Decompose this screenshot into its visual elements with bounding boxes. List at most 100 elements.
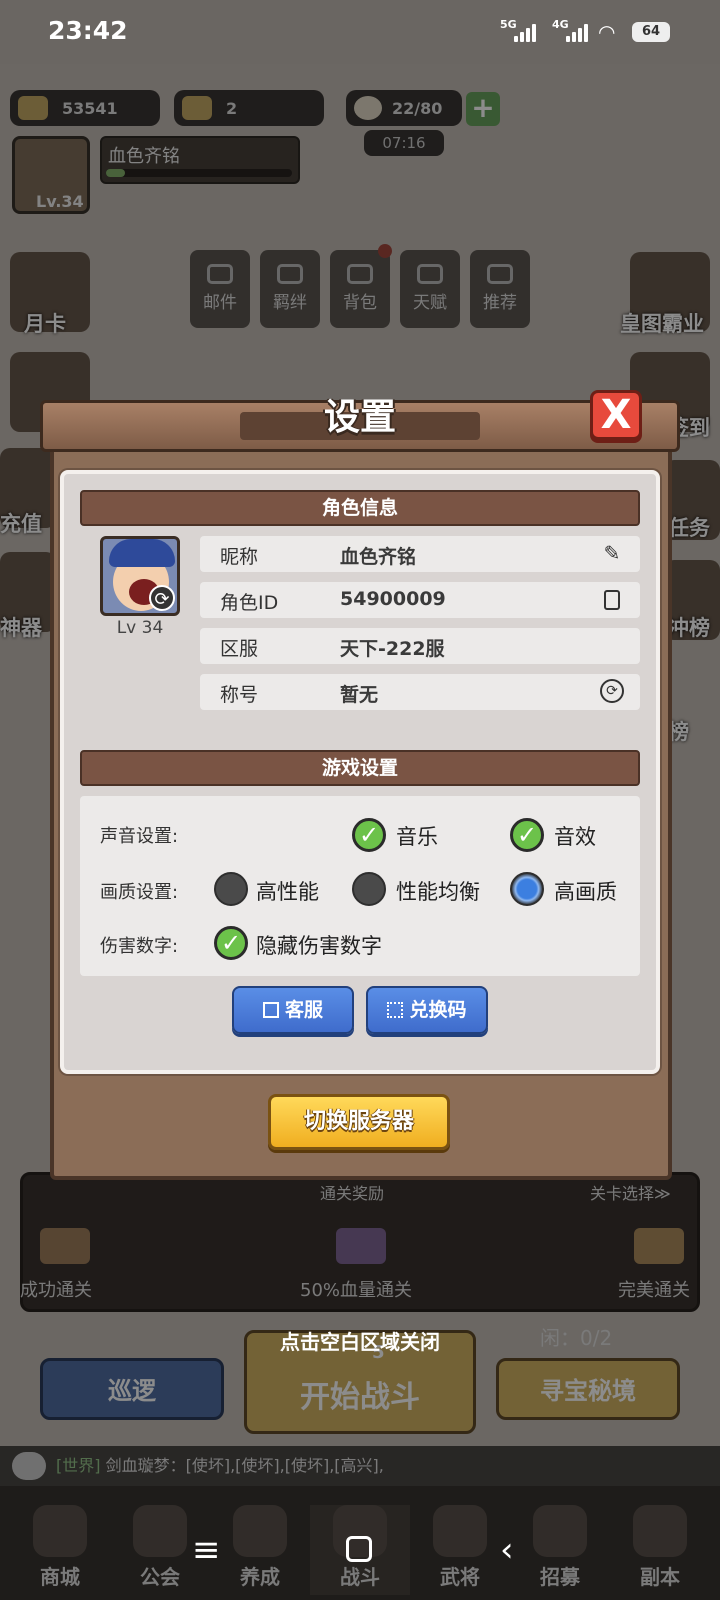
role-id-value: 54900009 xyxy=(340,588,446,610)
mail-icon xyxy=(207,264,233,284)
notification-dot xyxy=(378,244,392,258)
gold-icon xyxy=(18,96,48,120)
thumbs-up-icon xyxy=(487,264,513,284)
chat-bubble-icon[interactable] xyxy=(12,1452,46,1480)
talent-icon xyxy=(417,264,443,284)
bag-button[interactable]: 背包 xyxy=(330,250,390,328)
nav-shop[interactable]: 商城 xyxy=(10,1505,110,1595)
bun-icon xyxy=(354,96,382,120)
shop-icon xyxy=(33,1505,87,1557)
monthly-card-label: 月卡 xyxy=(24,312,66,336)
treasure-button[interactable]: 寻宝秘境 xyxy=(496,1358,680,1420)
close-button[interactable]: X xyxy=(590,390,642,440)
copy-icon[interactable] xyxy=(604,590,620,610)
quality-settings-label: 画质设置: xyxy=(100,882,179,903)
talent-button[interactable]: 天赋 xyxy=(400,250,460,328)
role-avatar[interactable]: ⟳ xyxy=(100,536,180,616)
customer-service-button[interactable]: 客服 xyxy=(232,986,354,1034)
nav-shop-label: 商城 xyxy=(40,1565,80,1589)
sfx-label: 音效 xyxy=(554,825,596,849)
reward-perfect-label: 完美通关 xyxy=(618,1280,690,1301)
nav-battle-label: 战斗 xyxy=(340,1565,380,1589)
battery-indicator: 64 xyxy=(632,22,670,42)
gold-counter: 53541 xyxy=(10,90,160,126)
gold-value: 53541 xyxy=(62,98,118,118)
redeem-code-button[interactable]: 兑换码 xyxy=(366,986,488,1034)
change-avatar-icon[interactable]: ⟳ xyxy=(149,585,175,611)
nav-dungeon[interactable]: 副本 xyxy=(610,1505,710,1595)
player-name: 血色齐铭 xyxy=(108,146,180,167)
signal-icon xyxy=(514,22,536,42)
close-hint: 点击空白区域关闭 xyxy=(280,1330,440,1354)
chat-bar[interactable]: [世界] 剑血璇梦：[使坏],[使坏],[使坏],[高兴], xyxy=(0,1446,720,1486)
recommend-button[interactable]: 推荐 xyxy=(470,250,530,328)
treasure-label: 寻宝秘境 xyxy=(540,1377,636,1405)
role-id-key: 角色ID xyxy=(220,592,279,614)
nav-develop[interactable]: 养成 xyxy=(210,1505,310,1595)
emperor-label: 皇图霸业 xyxy=(620,312,704,336)
quality-high-quality-label: 高画质 xyxy=(554,880,617,904)
status-time: 23:42 xyxy=(48,16,128,45)
patrol-button[interactable]: 巡逻 xyxy=(40,1358,224,1420)
player-level: Lv.34 xyxy=(36,192,84,211)
server-row: 区服 天下-222服 xyxy=(200,628,640,664)
hide-damage-checkbox[interactable]: ✓ xyxy=(214,926,248,960)
recommend-label: 推荐 xyxy=(483,293,517,313)
chest-icon-3 xyxy=(634,1228,684,1264)
role-level: Lv 34 xyxy=(116,618,164,638)
patrol-label: 巡逻 xyxy=(108,1377,156,1405)
reward-title: 通关奖励 xyxy=(320,1184,385,1203)
ticket-counter: 2 xyxy=(174,90,324,126)
quality-high-perf-radio[interactable] xyxy=(214,872,248,906)
chat-text: 剑血璇梦：[使坏],[使坏],[使坏],[高兴], xyxy=(105,1456,384,1475)
nav-develop-label: 养成 xyxy=(240,1565,280,1589)
bag-icon xyxy=(347,264,373,284)
customer-service-label: 客服 xyxy=(284,999,323,1021)
stage-select-link[interactable]: 关卡选择≫ xyxy=(590,1180,671,1204)
nickname-key: 昵称 xyxy=(220,546,259,568)
dungeon-icon xyxy=(633,1505,687,1557)
develop-icon xyxy=(233,1505,287,1557)
signal-icon-2 xyxy=(566,22,588,42)
menu-nav-icon[interactable]: ≡ xyxy=(192,1530,221,1570)
nav-recruit-label: 招募 xyxy=(540,1565,580,1589)
bond-button[interactable]: 羁绊 xyxy=(260,250,320,328)
stamina-counter: 22/80 xyxy=(346,90,462,126)
nav-generals-label: 武将 xyxy=(440,1565,480,1589)
home-nav-icon[interactable] xyxy=(346,1536,372,1562)
quality-high-perf-label: 高性能 xyxy=(256,880,319,904)
redeem-code-label: 兑换码 xyxy=(409,999,467,1021)
add-stamina-button[interactable]: + xyxy=(466,92,500,126)
edit-pencil-icon[interactable]: ✎ xyxy=(600,541,624,565)
ticket-value: 2 xyxy=(226,98,238,118)
chest-icon-2 xyxy=(336,1228,386,1264)
rank-label: 冲榜 xyxy=(668,616,710,640)
helmet-icon xyxy=(433,1505,487,1557)
chat-channel: [世界] xyxy=(56,1456,101,1475)
back-nav-icon[interactable]: ‹ xyxy=(500,1530,514,1570)
quality-high-quality-radio[interactable] xyxy=(510,872,544,906)
guild-icon xyxy=(133,1505,187,1557)
hide-damage-label: 隐藏伤害数字 xyxy=(256,934,382,958)
dialog-title: 设置 xyxy=(323,397,396,438)
music-checkbox[interactable]: ✓ xyxy=(352,818,386,852)
nickname-row: 昵称 血色齐铭 ✎ xyxy=(200,536,640,572)
title-key: 称号 xyxy=(220,684,259,706)
mail-button[interactable]: 邮件 xyxy=(190,250,250,328)
refresh-title-icon[interactable]: ⟳ xyxy=(600,679,624,703)
role-id-row: 角色ID 54900009 xyxy=(200,582,640,618)
mail-label: 邮件 xyxy=(203,293,237,313)
wifi-icon: ◠ xyxy=(598,20,616,44)
recruit-icon xyxy=(533,1505,587,1557)
nav-guild-label: 公会 xyxy=(140,1565,180,1589)
chest-icon xyxy=(40,1228,90,1264)
damage-number-label: 伤害数字: xyxy=(100,936,179,957)
artifact-label: 神器 xyxy=(0,616,42,640)
nav-generals[interactable]: 武将 xyxy=(410,1505,510,1595)
title-row: 称号 暂无 ⟳ xyxy=(200,674,640,710)
sfx-checkbox[interactable]: ✓ xyxy=(510,818,544,852)
switch-server-button[interactable]: 切换服务器 xyxy=(268,1094,450,1150)
nav-recruit[interactable]: 招募 xyxy=(510,1505,610,1595)
bag-label: 背包 xyxy=(343,293,377,313)
quality-balanced-radio[interactable] xyxy=(352,872,386,906)
